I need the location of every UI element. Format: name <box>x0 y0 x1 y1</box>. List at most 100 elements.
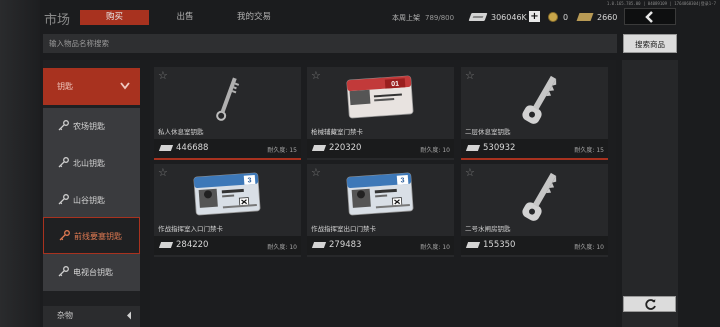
cash-icon <box>158 145 174 151</box>
cash-icon <box>158 242 174 248</box>
item-name: 枪械辅藏室门禁卡 <box>311 128 363 136</box>
item-price-bar: 530932 耐久度: 15 <box>461 139 608 158</box>
item-name: 作战指挥室出口门禁卡 <box>311 225 376 233</box>
sidebar-item-north-mountain-keys[interactable]: 北山钥匙 <box>43 145 140 182</box>
item-price: 155350 <box>483 240 516 250</box>
item-name: 私人休息室钥匙 <box>158 128 204 136</box>
sidebar-item-frontline-fortress-keys[interactable]: 前线要塞钥匙 <box>43 217 140 254</box>
category-misc-label: 杂物 <box>57 311 73 320</box>
item-durability: 耐久度: 15 <box>574 147 604 154</box>
item-name: 二层休息室钥匙 <box>465 128 511 136</box>
favorite-star-icon[interactable]: ☆ <box>465 69 475 82</box>
item-card[interactable]: ☆ 二层休息室钥匙 530932 耐久度: 15 <box>461 67 608 160</box>
cash-icon <box>465 242 481 248</box>
item-durability: 耐久度: 10 <box>267 244 297 251</box>
top-bar: 市场 购买 出售 我的交易 本周上架 789/800 306046K + 0 26… <box>0 0 720 32</box>
cash-icon <box>465 145 481 151</box>
cash-icon <box>311 242 327 248</box>
item-art-key <box>522 172 557 221</box>
item-price-bar: 279483 耐久度: 10 <box>307 236 454 255</box>
item-price: 220320 <box>329 143 362 153</box>
item-name: 作战指挥室入口门禁卡 <box>158 225 223 233</box>
item-name: 二号水闸房钥匙 <box>465 225 511 233</box>
category-sidebar: 钥匙 农场钥匙 北山钥匙 山谷钥匙 前线要塞钥匙 电视台钥匙 杂物 <box>43 60 140 327</box>
weekly-shelf-label: 本周上架 <box>392 14 420 22</box>
category-header-keys[interactable]: 钥匙 <box>43 68 140 105</box>
item-price-bar: 220320 耐久度: 10 <box>307 139 454 158</box>
chevron-down-icon <box>120 82 130 90</box>
item-price-bar: 446688 耐久度: 15 <box>154 139 301 158</box>
chevron-left-icon <box>127 311 131 320</box>
gold-value: 2660 <box>597 12 618 22</box>
item-art-keycard: 3 <box>346 172 414 216</box>
right-panel <box>622 60 678 327</box>
favorite-star-icon[interactable]: ☆ <box>158 69 168 82</box>
sidebar-item-label: 山谷钥匙 <box>73 196 105 205</box>
item-art-key <box>216 77 240 121</box>
item-card[interactable]: 3 ☆ 作战指挥室入口门禁卡 284220 耐久度: 10 <box>154 164 301 257</box>
item-card[interactable]: ☆ 二号水闸房钥匙 155350 耐久度: 10 <box>461 164 608 257</box>
keycard-number: 3 <box>400 177 404 184</box>
weekly-shelf-value: 789/800 <box>425 14 455 22</box>
keycard-number: 01 <box>391 81 399 89</box>
favorite-star-icon[interactable]: ☆ <box>158 166 168 179</box>
refresh-icon <box>645 299 656 310</box>
item-price-bar: 284220 耐久度: 10 <box>154 236 301 255</box>
item-price: 284220 <box>176 240 209 250</box>
cash-value: 306046K <box>491 12 527 22</box>
keycard-number: 3 <box>247 177 251 184</box>
sidebar-item-label: 电视台钥匙 <box>73 268 113 277</box>
favorite-star-icon[interactable]: ☆ <box>465 166 475 179</box>
category-misc[interactable]: 杂物 <box>43 306 140 327</box>
gold-balance: 2660 <box>576 11 618 23</box>
key-icon <box>58 266 69 277</box>
key-icon <box>58 194 69 205</box>
item-durability: 耐久度: 15 <box>267 147 297 154</box>
weekly-shelf-count: 本周上架 789/800 <box>392 13 454 23</box>
key-icon <box>58 157 69 168</box>
favorite-star-icon[interactable]: ☆ <box>311 166 321 179</box>
cash-icon <box>468 13 488 21</box>
cash-balance: 306046K <box>468 11 527 23</box>
background-panel <box>0 0 40 327</box>
coin-icon <box>548 12 558 22</box>
item-price: 446688 <box>176 143 209 153</box>
item-card[interactable]: 01 ☆ 枪械辅藏室门禁卡 220320 耐久度: 10 <box>307 67 454 160</box>
sidebar-item-label: 北山钥匙 <box>73 159 105 168</box>
item-card[interactable]: ☆ 私人休息室钥匙 446688 耐久度: 15 <box>154 67 301 160</box>
key-icon <box>59 230 70 241</box>
search-button[interactable]: 搜索商品 <box>623 34 677 53</box>
chevron-left-icon <box>645 11 653 23</box>
item-price-bar: 155350 耐久度: 10 <box>461 236 608 255</box>
sidebar-item-valley-keys[interactable]: 山谷钥匙 <box>43 182 140 219</box>
item-price: 530932 <box>483 143 516 153</box>
item-card[interactable]: 3 ☆ 作战指挥室出口门禁卡 279483 耐久度: 10 <box>307 164 454 257</box>
sidebar-item-tv-station-keys[interactable]: 电视台钥匙 <box>43 254 140 291</box>
refresh-button[interactable] <box>623 296 676 312</box>
cash-icon <box>311 145 327 151</box>
item-durability: 耐久度: 10 <box>574 244 604 251</box>
search-input[interactable] <box>43 34 617 53</box>
key-icon <box>58 120 69 131</box>
sidebar-item-farm-keys[interactable]: 农场钥匙 <box>43 108 140 145</box>
price-highlight-bar <box>461 158 608 160</box>
back-button[interactable] <box>624 8 676 25</box>
item-durability: 耐久度: 10 <box>420 244 450 251</box>
category-header-label: 钥匙 <box>57 82 73 91</box>
item-price: 279483 <box>329 240 362 250</box>
item-art-keycard: 01 <box>346 75 414 119</box>
coin-value: 0 <box>563 12 569 22</box>
price-highlight-bar <box>154 158 301 160</box>
gold-bar-icon <box>576 13 594 21</box>
tab-sell[interactable]: 出售 <box>168 10 202 25</box>
item-durability: 耐久度: 10 <box>420 147 450 154</box>
item-art-key <box>522 75 557 124</box>
coin-balance: 0 <box>548 11 568 23</box>
tab-buy[interactable]: 购买 <box>80 10 149 25</box>
item-art-keycard: 3 <box>193 172 261 216</box>
favorite-star-icon[interactable]: ☆ <box>311 69 321 82</box>
sidebar-item-label: 农场钥匙 <box>73 122 105 131</box>
add-currency-button[interactable]: + <box>529 11 540 22</box>
tab-my-trades[interactable]: 我的交易 <box>228 10 280 25</box>
sidebar-item-label: 前线要塞钥匙 <box>74 232 122 241</box>
